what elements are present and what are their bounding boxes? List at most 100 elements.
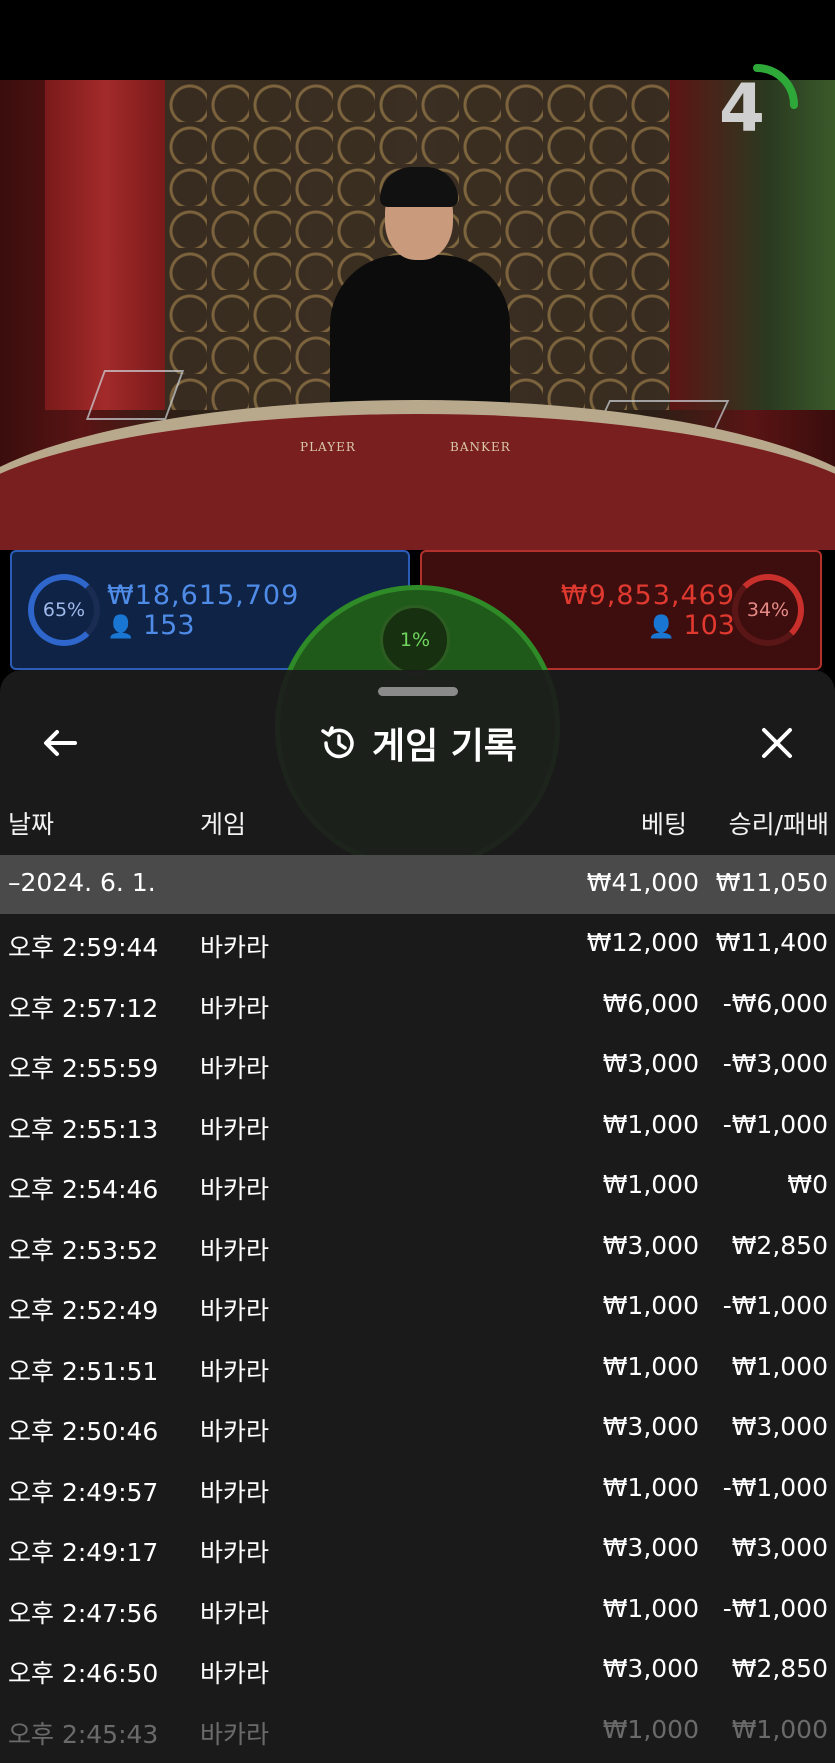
player-bet-amount: ₩18,615,709 <box>107 580 300 611</box>
countdown-timer: 4 <box>719 70 765 147</box>
row-result: -₩1,000 <box>722 1109 828 1139</box>
date-group-row[interactable]: –2024. 6. 1. ₩41,000 ₩11,050 <box>0 855 835 914</box>
row-game: 바카라 <box>200 1235 270 1265</box>
card-shoe-left <box>85 370 185 420</box>
history-row[interactable]: 오후 2:50:46 바카라 ₩3,000 ₩3,000 <box>0 1398 835 1459</box>
person-icon: 👤 <box>107 615 135 640</box>
row-time: 오후 2:53:52 <box>8 1235 159 1265</box>
row-result: -₩6,000 <box>722 988 828 1018</box>
panel-title: 게임 기록 <box>371 726 517 767</box>
row-time: 오후 2:59:44 <box>8 933 159 962</box>
row-result: ₩0 <box>787 1170 828 1199</box>
row-game: 바카라 <box>200 1417 270 1446</box>
row-result: -₩3,000 <box>722 1049 828 1078</box>
banker-bettor-count: 👤 103 <box>647 610 735 641</box>
row-bet: ₩1,000 <box>602 1714 699 1744</box>
row-game: 바카라 <box>200 1114 270 1144</box>
row-result: ₩3,000 <box>731 1412 828 1441</box>
row-result: -₩1,000 <box>722 1472 828 1502</box>
row-time: 오후 2:49:17 <box>8 1538 159 1567</box>
close-button[interactable] <box>752 718 802 768</box>
row-bet: ₩3,000 <box>602 1533 699 1562</box>
row-bet: ₩3,000 <box>602 1049 699 1078</box>
row-game: 바카라 <box>200 1538 270 1567</box>
row-time: 오후 2:57:12 <box>8 993 159 1023</box>
row-result: ₩2,850 <box>731 1654 828 1683</box>
history-row[interactable]: 오후 2:52:49 바카라 ₩1,000 -₩1,000 <box>0 1277 835 1338</box>
banker-bet-amount: ₩9,853,469 <box>560 580 735 611</box>
history-row[interactable]: 오후 2:54:46 바카라 ₩1,000 ₩0 <box>0 1156 835 1217</box>
player-bettor-count: 👤 153 <box>107 610 195 641</box>
table-label-banker: BANKER <box>450 440 511 454</box>
table-label-player: PLAYER <box>300 440 356 454</box>
row-result: -₩1,000 <box>722 1291 828 1320</box>
row-bet: ₩1,000 <box>602 1351 699 1381</box>
history-row[interactable]: 오후 2:55:13 바카라 ₩1,000 -₩1,000 <box>0 1096 835 1157</box>
curtain-left <box>45 80 165 410</box>
row-time: 오후 2:47:56 <box>8 1598 159 1628</box>
row-time: 오후 2:51:51 <box>8 1356 159 1386</box>
row-game: 바카라 <box>200 993 270 1023</box>
row-bet: ₩12,000 <box>586 928 699 957</box>
history-row[interactable]: 오후 2:55:59 바카라 ₩3,000 -₩3,000 <box>0 1035 835 1096</box>
row-time: 오후 2:46:50 <box>8 1659 159 1688</box>
column-header-result: 승리/패배 <box>728 810 829 839</box>
column-header-bet: 베팅 <box>640 810 687 839</box>
date-group-result-total: ₩11,050 <box>715 868 828 897</box>
person-icon: 👤 <box>647 615 675 640</box>
column-header-date: 날짜 <box>8 810 55 839</box>
row-game: 바카라 <box>200 1477 270 1507</box>
tie-percent-ring: 1% <box>380 605 450 675</box>
history-row[interactable]: 오후 2:57:12 바카라 ₩6,000 -₩6,000 <box>0 975 835 1036</box>
history-row[interactable]: 오후 2:49:57 바카라 ₩1,000 -₩1,000 <box>0 1459 835 1520</box>
row-bet: ₩3,000 <box>602 1412 699 1441</box>
history-row[interactable]: 오후 2:51:51 바카라 ₩1,000 ₩1,000 <box>0 1338 835 1399</box>
player-percent-ring: 65% <box>28 574 100 646</box>
history-row[interactable]: 오후 2:46:50 바카라 ₩3,000 ₩2,850 <box>0 1640 835 1701</box>
row-result: ₩11,400 <box>715 928 828 957</box>
row-bet: ₩1,000 <box>602 1593 699 1623</box>
row-time: 오후 2:52:49 <box>8 1296 159 1325</box>
history-row[interactable]: 오후 2:45:43 바카라 ₩1,000 ₩1,000 <box>0 1701 835 1762</box>
column-header-game: 게임 <box>200 810 247 839</box>
date-group-bet-total: ₩41,000 <box>586 868 699 897</box>
panel-header: 게임 기록 <box>0 718 835 768</box>
row-game: 바카라 <box>200 1296 270 1325</box>
row-result: ₩2,850 <box>731 1230 828 1260</box>
history-row[interactable]: 오후 2:49:17 바카라 ₩3,000 ₩3,000 <box>0 1519 835 1580</box>
sheet-drag-handle[interactable] <box>378 687 458 696</box>
row-result: ₩3,000 <box>731 1533 828 1562</box>
row-result: -₩1,000 <box>722 1593 828 1623</box>
status-bar-area <box>0 0 835 80</box>
row-bet: ₩1,000 <box>602 1109 699 1139</box>
row-game: 바카라 <box>200 1356 270 1386</box>
history-row[interactable]: 오후 2:47:56 바카라 ₩1,000 -₩1,000 <box>0 1580 835 1641</box>
row-bet: ₩3,000 <box>602 1654 699 1683</box>
history-row[interactable]: 오후 2:59:44 바카라 ₩12,000 ₩11,400 <box>0 914 835 975</box>
row-result: ₩1,000 <box>731 1714 828 1744</box>
row-game: 바카라 <box>200 1175 270 1204</box>
row-game: 바카라 <box>200 1054 270 1083</box>
history-list: –2024. 6. 1. ₩41,000 ₩11,050 오후 2:59:44 바… <box>0 855 835 1761</box>
row-bet: ₩1,000 <box>602 1170 699 1199</box>
history-row[interactable]: 오후 2:53:52 바카라 ₩3,000 ₩2,850 <box>0 1217 835 1278</box>
row-time: 오후 2:54:46 <box>8 1175 159 1204</box>
row-game: 바카라 <box>200 1659 270 1688</box>
row-game: 바카라 <box>200 933 270 962</box>
row-bet: ₩1,000 <box>602 1472 699 1502</box>
row-time: 오후 2:45:43 <box>8 1719 159 1749</box>
live-video-feed: PLAYER BANKER <box>0 80 835 550</box>
row-time: 오후 2:50:46 <box>8 1417 159 1446</box>
close-x-icon <box>762 728 792 758</box>
row-bet: ₩6,000 <box>602 988 699 1018</box>
row-bet: ₩3,000 <box>602 1230 699 1260</box>
date-group-label: –2024. 6. 1. <box>8 868 156 897</box>
row-time: 오후 2:55:59 <box>8 1054 159 1083</box>
banker-percent-ring: 34% <box>732 574 804 646</box>
row-game: 바카라 <box>200 1719 270 1749</box>
row-bet: ₩1,000 <box>602 1291 699 1320</box>
row-result: ₩1,000 <box>731 1351 828 1381</box>
row-game: 바카라 <box>200 1598 270 1628</box>
history-clock-icon <box>321 726 354 759</box>
row-time: 오후 2:49:57 <box>8 1477 159 1507</box>
